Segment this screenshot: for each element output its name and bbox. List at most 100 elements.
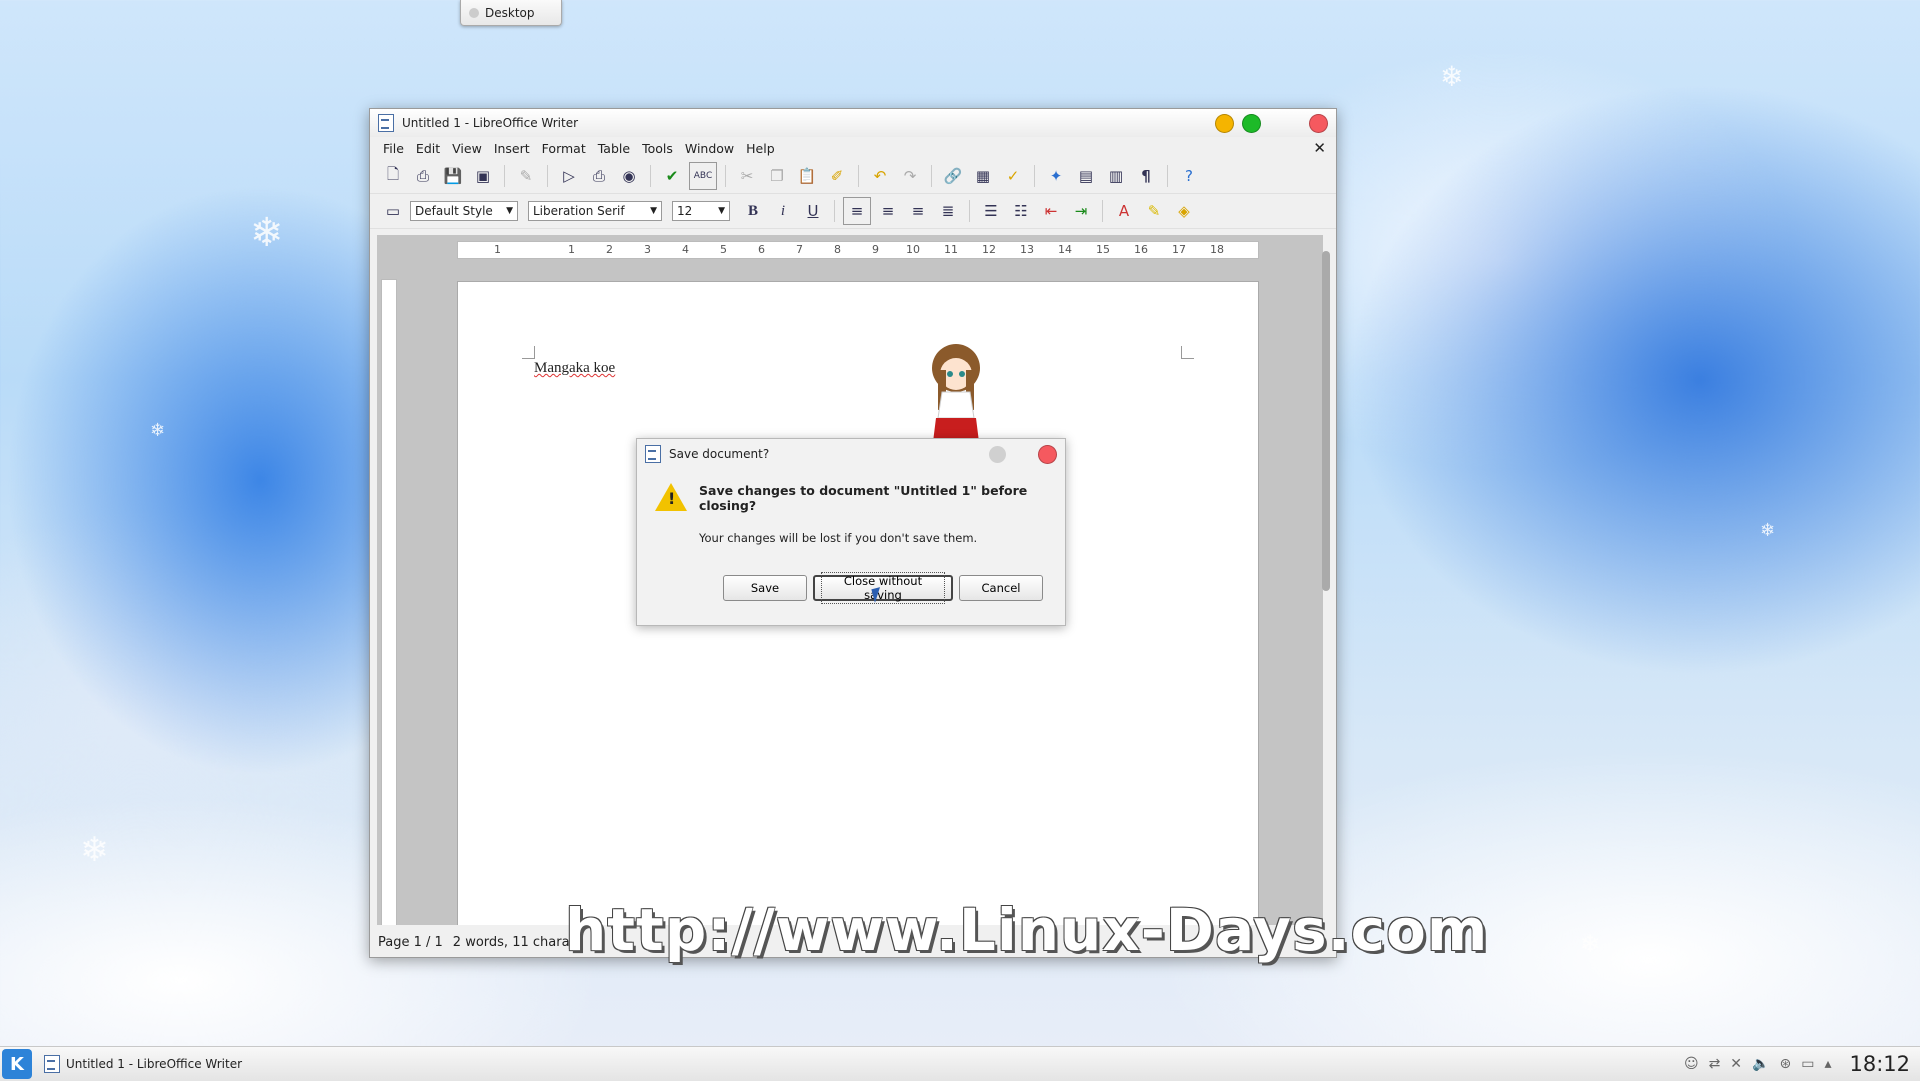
save-as-icon[interactable]: ▣ [470, 163, 496, 189]
paragraph-style-value: Default Style [415, 204, 493, 218]
dialog-close-button[interactable] [1038, 444, 1057, 464]
ruler-tick-label: 10 [906, 243, 920, 256]
justify-icon[interactable]: ≣ [935, 198, 961, 224]
desktop-tab[interactable]: Desktop [460, 0, 562, 26]
tray-expand-icon[interactable]: ▴ [1824, 1056, 1831, 1072]
print-preview-icon[interactable]: ◉ [616, 163, 642, 189]
underline-icon[interactable]: U [800, 198, 826, 224]
volume-icon[interactable]: 🔈 [1752, 1056, 1769, 1072]
print-direct-icon[interactable]: ⎙ [586, 163, 612, 189]
draw-icon[interactable]: ✓ [1000, 163, 1026, 189]
desktop-tab-label: Desktop [485, 5, 535, 20]
print-icon[interactable]: ⎙ [410, 163, 436, 189]
klipper-icon[interactable]: ✕ [1730, 1056, 1742, 1072]
background-color-icon[interactable]: ◈ [1171, 198, 1197, 224]
datasource-icon[interactable]: ▥ [1103, 163, 1129, 189]
gallery-icon[interactable]: ▤ [1073, 163, 1099, 189]
maximize-button[interactable] [1242, 113, 1261, 133]
help-icon[interactable]: ? [1176, 163, 1202, 189]
bullets-icon[interactable]: ☷ [1008, 198, 1034, 224]
font-color-icon[interactable]: A [1111, 198, 1137, 224]
autospell-icon[interactable]: ABC [689, 162, 717, 190]
minimize-button[interactable] [1215, 113, 1234, 133]
spellcheck-icon[interactable]: ✔ [659, 163, 685, 189]
save-document-dialog: Save document? Save changes to document … [636, 438, 1066, 626]
menu-edit[interactable]: Edit [411, 139, 445, 158]
toolbar-separator [504, 165, 505, 187]
dialog-heading: Save changes to document "Untitled 1" be… [699, 483, 1028, 513]
close-document-icon[interactable]: ✕ [1313, 139, 1326, 157]
redo-icon[interactable]: ↷ [897, 163, 923, 189]
menu-tools[interactable]: Tools [637, 139, 678, 158]
increase-indent-icon[interactable]: ⇥ [1068, 198, 1094, 224]
ruler-tick-label: 9 [872, 243, 879, 256]
bold-icon[interactable]: B [740, 198, 766, 224]
ruler-tick-label: 5 [720, 243, 727, 256]
save-button[interactable]: Save [723, 575, 807, 601]
clone-icon[interactable]: ✐ [824, 163, 850, 189]
font-name-select[interactable]: Liberation Serif ▼ [528, 201, 662, 221]
clock[interactable]: 18:12 [1849, 1052, 1910, 1076]
table-icon[interactable]: ▦ [970, 163, 996, 189]
formatting-marks-icon[interactable]: ¶ [1133, 163, 1159, 189]
copy-icon[interactable]: ❐ [764, 163, 790, 189]
cut-icon[interactable]: ✂ [734, 163, 760, 189]
align-right-icon[interactable]: ≡ [905, 198, 931, 224]
align-center-icon[interactable]: ≡ [875, 198, 901, 224]
dialog-titlebar[interactable]: Save document? [637, 439, 1065, 469]
align-left-icon[interactable]: ≡ [843, 197, 871, 225]
snowflake-icon: ❄ [1580, 930, 1601, 958]
ruler-tick-label: 1 [494, 243, 501, 256]
ruler-tick-label: 15 [1096, 243, 1110, 256]
snowflake-icon: ❄ [250, 210, 284, 256]
display-icon[interactable]: ▭ [1801, 1056, 1814, 1072]
menu-file[interactable]: File [378, 139, 409, 158]
paste-icon[interactable]: 📋 [794, 163, 820, 189]
writer-doc-icon [645, 445, 661, 463]
taskbar-task-writer[interactable]: Untitled 1 - LibreOffice Writer [44, 1055, 242, 1073]
cancel-button[interactable]: Cancel [959, 575, 1043, 601]
menu-help[interactable]: Help [741, 139, 780, 158]
horizontal-ruler: 1 1 2 3 4 5 6 7 8 9 10 11 12 13 14 15 16… [457, 241, 1259, 259]
menu-format[interactable]: Format [537, 139, 591, 158]
decrease-indent-icon[interactable]: ⇤ [1038, 198, 1064, 224]
italic-icon[interactable]: i [770, 198, 796, 224]
system-tray: ☺ ⇄ ✕ 🔈 ⊛ ▭ ▴ 18:12 [1684, 1047, 1910, 1081]
chevron-down-icon: ▼ [650, 206, 657, 216]
menu-insert[interactable]: Insert [489, 139, 535, 158]
scrollbar-thumb[interactable] [1322, 251, 1330, 591]
start-menu-button[interactable]: K [2, 1049, 32, 1079]
taskbar: K Untitled 1 - LibreOffice Writer ☺ ⇄ ✕ … [0, 1046, 1920, 1081]
menu-table[interactable]: Table [593, 139, 635, 158]
window-titlebar[interactable]: Untitled 1 - LibreOffice Writer [370, 109, 1336, 137]
hyperlink-icon[interactable]: 🔗 [940, 163, 966, 189]
paragraph-style-select[interactable]: Default Style ▼ [410, 201, 518, 221]
kde-logo-icon: K [10, 1053, 24, 1075]
network-icon[interactable]: ⇄ [1709, 1056, 1721, 1072]
styles-icon[interactable]: ▭ [380, 198, 406, 224]
toolbar-separator [547, 165, 548, 187]
highlight-icon[interactable]: ✎ [1141, 198, 1167, 224]
ruler-tick-label: 2 [606, 243, 613, 256]
undo-icon[interactable]: ↶ [867, 163, 893, 189]
avatar-icon[interactable]: ☺ [1684, 1056, 1699, 1072]
font-size-select[interactable]: 12 ▼ [672, 201, 730, 221]
menu-window[interactable]: Window [680, 139, 739, 158]
new-icon[interactable]: 🗋 [380, 163, 406, 189]
snowflake-icon: ❄ [1440, 60, 1464, 93]
vertical-scrollbar[interactable] [1320, 239, 1332, 929]
chevron-down-icon: ▼ [506, 206, 513, 216]
pdf-icon[interactable]: ▷ [556, 163, 582, 189]
dialog-title: Save document? [669, 447, 770, 461]
dialog-disabled-button [989, 445, 1006, 463]
save-icon[interactable]: 💾 [440, 163, 466, 189]
close-without-saving-button[interactable]: Close without saving [813, 572, 953, 604]
updates-icon[interactable]: ⊛ [1779, 1056, 1791, 1072]
menu-view[interactable]: View [447, 139, 487, 158]
cancel-button-label: Cancel [981, 581, 1021, 595]
document-text[interactable]: Mangaka koe [534, 360, 615, 377]
numbering-icon[interactable]: ☰ [978, 198, 1004, 224]
edit-icon[interactable]: ✎ [513, 163, 539, 189]
close-button[interactable] [1309, 113, 1328, 133]
navigator-icon[interactable]: ✦ [1043, 163, 1069, 189]
